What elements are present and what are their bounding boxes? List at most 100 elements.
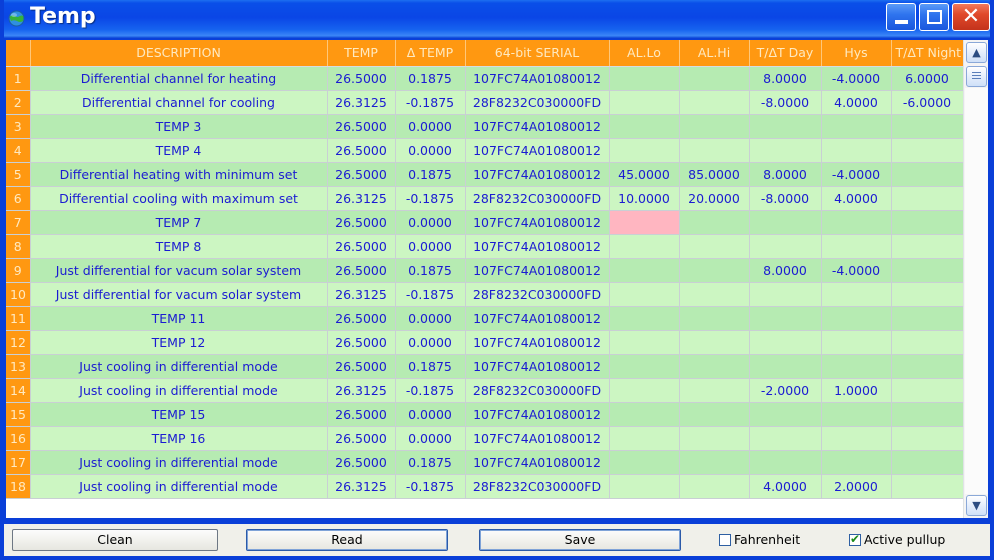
cell-allo[interactable] [609,282,680,307]
cell-temp[interactable]: 26.5000 [327,66,396,91]
cell-serial[interactable]: 28F8232C030000FD [465,378,610,403]
cell-temp[interactable]: 26.5000 [327,258,396,283]
row-number[interactable]: 10 [6,282,31,307]
clean-button[interactable]: Clean [12,529,218,551]
cell-alhi[interactable] [679,378,750,403]
scroll-down-button[interactable]: ▼ [966,495,987,516]
cell-alhi[interactable] [679,210,750,235]
cell-serial[interactable]: 28F8232C030000FD [465,474,610,499]
fahrenheit-checkbox[interactable]: Fahrenheit [719,532,800,547]
cell-alhi[interactable] [679,402,750,427]
cell-tday[interactable] [749,282,822,307]
cell-desc[interactable]: Just cooling in differential mode [30,378,328,403]
cell-tday[interactable] [749,210,822,235]
scrollbar-thumb[interactable] [966,66,987,87]
cell-allo[interactable] [609,234,680,259]
cell-hys[interactable] [821,402,892,427]
column-header-tday[interactable]: T/ΔT Day [749,40,822,67]
cell-dtemp[interactable]: 0.0000 [395,330,466,355]
cell-tnight[interactable] [891,186,963,211]
column-header-hys[interactable]: Hys [821,40,892,67]
cell-hys[interactable]: 4.0000 [821,186,892,211]
cell-hys[interactable] [821,450,892,475]
cell-serial[interactable]: 107FC74A01080012 [465,138,610,163]
cell-dtemp[interactable]: -0.1875 [395,474,466,499]
cell-dtemp[interactable]: -0.1875 [395,378,466,403]
cell-dtemp[interactable]: 0.1875 [395,258,466,283]
scroll-up-button[interactable]: ▲ [966,42,987,63]
table-row[interactable]: 4 TEMP 4 26.5000 0.0000 107FC74A01080012 [6,138,963,163]
table-row[interactable]: 3 TEMP 3 26.5000 0.0000 107FC74A01080012 [6,114,963,139]
cell-tnight[interactable] [891,258,963,283]
cell-tday[interactable]: 8.0000 [749,258,822,283]
cell-alhi[interactable] [679,330,750,355]
cell-alhi[interactable] [679,474,750,499]
cell-serial[interactable]: 107FC74A01080012 [465,354,610,379]
cell-temp[interactable]: 26.5000 [327,114,396,139]
cell-tnight[interactable]: -6.0000 [891,90,963,115]
cell-tnight[interactable] [891,378,963,403]
cell-serial[interactable]: 107FC74A01080012 [465,234,610,259]
cell-tnight[interactable] [891,162,963,187]
cell-temp[interactable]: 26.5000 [327,354,396,379]
cell-dtemp[interactable]: 0.1875 [395,354,466,379]
cell-temp[interactable]: 26.5000 [327,450,396,475]
cell-alhi[interactable] [679,426,750,451]
cell-serial[interactable]: 107FC74A01080012 [465,450,610,475]
cell-temp[interactable]: 26.3125 [327,90,396,115]
cell-serial[interactable]: 107FC74A01080012 [465,306,610,331]
cell-desc[interactable]: TEMP 7 [30,210,328,235]
cell-tday[interactable] [749,234,822,259]
cell-alhi[interactable] [679,138,750,163]
cell-dtemp[interactable]: 0.0000 [395,138,466,163]
cell-tday[interactable]: -8.0000 [749,186,822,211]
cell-desc[interactable]: Just cooling in differential mode [30,450,328,475]
active-pullup-checkbox[interactable]: Active pullup [849,532,945,547]
table-row[interactable]: 2 Differential channel for cooling 26.3125… [6,90,963,115]
cell-tday[interactable] [749,426,822,451]
row-number[interactable]: 2 [6,90,31,115]
table-row[interactable]: 18 Just cooling in differential mode 26.31… [6,474,963,499]
cell-dtemp[interactable]: 0.1875 [395,162,466,187]
cell-tday[interactable]: 8.0000 [749,162,822,187]
cell-hys[interactable] [821,234,892,259]
cell-allo[interactable] [609,402,680,427]
cell-allo[interactable] [609,378,680,403]
cell-hys[interactable] [821,282,892,307]
cell-temp[interactable]: 26.3125 [327,282,396,307]
cell-alhi[interactable] [679,450,750,475]
column-header-temp[interactable]: TEMP [327,40,396,67]
cell-desc[interactable]: Differential channel for heating [30,66,328,91]
cell-dtemp[interactable]: 0.1875 [395,66,466,91]
table-row[interactable]: 14 Just cooling in differential mode 26.31… [6,378,963,403]
cell-tday[interactable] [749,402,822,427]
table-row[interactable]: 5 Differential heating with minimum set 26… [6,162,963,187]
cell-hys[interactable]: -4.0000 [821,162,892,187]
cell-allo[interactable]: 10.0000 [609,186,680,211]
row-number[interactable]: 18 [6,474,31,499]
table-row[interactable]: 11 TEMP 11 26.5000 0.0000 107FC74A01080012 [6,306,963,331]
table-row[interactable]: 1 Differential channel for heating 26.5000… [6,66,963,91]
row-number[interactable]: 1 [6,66,31,91]
cell-hys[interactable] [821,330,892,355]
cell-temp[interactable]: 26.5000 [327,306,396,331]
column-header-serial[interactable]: 64-bit SERIAL [465,40,610,67]
cell-dtemp[interactable]: -0.1875 [395,90,466,115]
row-number[interactable]: 9 [6,258,31,283]
cell-hys[interactable]: 2.0000 [821,474,892,499]
cell-dtemp[interactable]: 0.0000 [395,306,466,331]
cell-desc[interactable]: TEMP 16 [30,426,328,451]
cell-hys[interactable] [821,210,892,235]
table-row[interactable]: 16 TEMP 16 26.5000 0.0000 107FC74A01080012 [6,426,963,451]
row-number[interactable]: 3 [6,114,31,139]
row-number[interactable]: 12 [6,330,31,355]
cell-serial[interactable]: 107FC74A01080012 [465,330,610,355]
cell-serial[interactable]: 107FC74A01080012 [465,114,610,139]
cell-allo[interactable] [609,258,680,283]
cell-temp[interactable]: 26.5000 [327,162,396,187]
table-row[interactable]: 6 Differential cooling with maximum set 26… [6,186,963,211]
cell-allo[interactable] [609,474,680,499]
cell-tnight[interactable]: 6.0000 [891,66,963,91]
save-button[interactable]: Save [479,529,681,551]
cell-tnight[interactable] [891,282,963,307]
